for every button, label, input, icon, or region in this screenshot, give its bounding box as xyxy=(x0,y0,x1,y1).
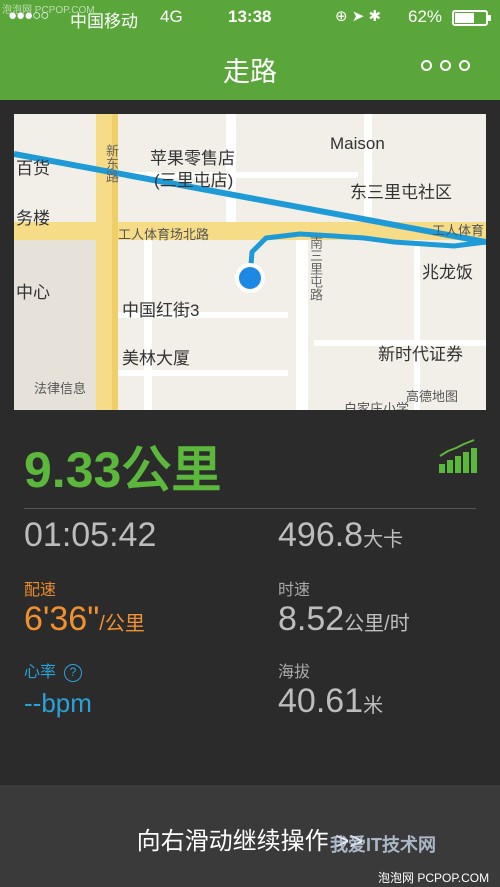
duration-stat: 01:05:42 xyxy=(24,516,156,555)
speed-stat: 时速 8.52公里/时 xyxy=(278,576,410,639)
chart-icon[interactable] xyxy=(438,438,478,474)
calories-stat: 496.8大卡 xyxy=(278,516,403,555)
calories-value: 496.8 xyxy=(278,516,364,554)
map-label: 新东路 xyxy=(104,144,119,183)
watermark-text: 泡泡网 PCPOP.COM xyxy=(378,871,490,885)
map-label: 高德地图 xyxy=(406,389,459,404)
status-icons: ⊕ ➤ ✱ xyxy=(335,8,382,25)
pace-stat: 配速 6'36"/公里 xyxy=(24,576,145,639)
speed-unit: 公里/时 xyxy=(344,613,410,635)
map-label: 工人体育 xyxy=(432,223,485,238)
map-label: 兆龙饭 xyxy=(422,263,473,282)
battery-icon xyxy=(452,10,491,26)
map-label: 工人体育场北路 xyxy=(118,227,210,242)
status-time: 13:38 xyxy=(228,7,272,26)
map-label: 美林大厦 xyxy=(122,349,190,368)
route-map[interactable]: 苹果零售店 (三里屯店) Maison 东三里屯社区 百货 务楼 工人体育场北路… xyxy=(14,114,486,410)
map-label: 东三里屯社区 xyxy=(350,183,452,202)
pace-label: 配速 xyxy=(24,582,57,599)
help-icon[interactable]: ? xyxy=(64,663,83,682)
altitude-unit: 米 xyxy=(363,695,384,717)
map-canvas xyxy=(14,114,486,410)
divider xyxy=(24,508,476,509)
altitude-label: 海拔 xyxy=(278,664,311,681)
top-bar: 泡泡网 PCPOP.COM ●●●○○ 中国移动 4G 13:38 ⊕ ➤ ✱ … xyxy=(0,0,500,100)
duration-value: 01:05:42 xyxy=(24,516,157,554)
map-label: (三里屯店) xyxy=(154,171,234,190)
network-type: 4G xyxy=(160,7,183,26)
carrier-name: 中国移动 xyxy=(70,12,138,31)
signal-strength-icon: ●●●○○ xyxy=(8,7,49,24)
map-label: 法律信息 xyxy=(34,381,87,396)
map-label: 中国红街3 xyxy=(122,301,200,320)
map-label: 新时代证券 xyxy=(378,345,463,364)
more-dots-icon[interactable] xyxy=(421,60,470,71)
pace-unit: /公里 xyxy=(99,613,145,635)
slide-to-continue[interactable]: 向右滑动继续操作 >> 我爱IT技术网 泡泡网 PCPOP.COM xyxy=(0,785,500,887)
altitude-stat: 海拔 40.61米 xyxy=(278,658,383,721)
map-label: 百货 xyxy=(16,159,50,178)
total-distance: 9.33公里 xyxy=(24,442,222,498)
calories-unit: 大卡 xyxy=(363,529,404,551)
battery-percent: 62% xyxy=(408,7,443,26)
map-label: Maison xyxy=(330,134,385,153)
speed-value: 8.52 xyxy=(278,600,345,638)
status-bar: 泡泡网 PCPOP.COM ●●●○○ 中国移动 4G 13:38 ⊕ ➤ ✱ … xyxy=(0,0,500,34)
heart-rate-label: 心率 xyxy=(24,664,57,681)
map-label: 中心 xyxy=(16,283,50,302)
speed-label: 时速 xyxy=(278,582,311,599)
altitude-value: 40.61 xyxy=(278,682,364,720)
map-label: 白家庄小学 xyxy=(344,401,410,410)
heart-rate-value: --bpm xyxy=(24,688,92,718)
pace-value: 6'36" xyxy=(24,600,100,638)
map-label: 南三里屯路 xyxy=(308,236,323,301)
heart-rate-stat: 心率? --bpm xyxy=(24,658,92,719)
map-label: 务楼 xyxy=(16,209,50,228)
watermark-logo: 我爱IT技术网 xyxy=(330,835,436,855)
